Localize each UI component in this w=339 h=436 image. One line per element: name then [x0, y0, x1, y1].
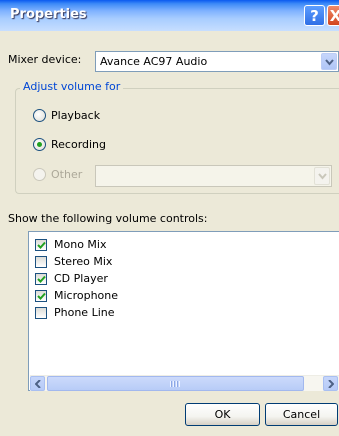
window-title: Properties — [10, 7, 87, 22]
arrow-right-icon — [328, 380, 334, 388]
close-icon: X — [329, 6, 339, 25]
cancel-button[interactable]: Cancel — [265, 403, 338, 426]
check-icon — [37, 241, 46, 249]
chevron-down-icon — [325, 59, 334, 66]
volume-controls-list[interactable]: Mono Mix Stereo Mix CD Player Microphone… — [28, 231, 339, 391]
mixer-device-select[interactable]: Avance AC97 Audio — [95, 51, 339, 72]
radio-playback[interactable]: Playback — [33, 107, 100, 123]
list-item[interactable]: Phone Line — [35, 305, 115, 320]
check-icon — [37, 292, 46, 300]
horizontal-scrollbar[interactable] — [30, 375, 339, 391]
radio-other: Other — [33, 166, 82, 182]
help-icon: ? — [310, 6, 319, 25]
list-item-label: Stereo Mix — [54, 255, 113, 268]
help-button[interactable]: ? — [304, 5, 325, 26]
list-item[interactable]: CD Player — [35, 271, 108, 286]
radio-playback-button[interactable] — [33, 108, 46, 122]
mixer-dropdown-button[interactable] — [321, 53, 337, 70]
scroll-grip — [170, 381, 180, 387]
mixer-device-label: Mixer device: — [8, 53, 82, 66]
list-item-label: CD Player — [54, 272, 108, 285]
other-device-select — [95, 165, 332, 187]
radio-recording-button[interactable] — [33, 137, 46, 151]
volume-controls-heading: Show the following volume controls: — [8, 212, 208, 225]
checkbox-phone-line[interactable] — [35, 306, 47, 319]
list-item-label: Phone Line — [54, 306, 115, 319]
check-icon — [37, 275, 46, 283]
checkbox-cd-player[interactable] — [35, 272, 47, 285]
list-item[interactable]: Mono Mix — [35, 237, 106, 252]
title-bar: Properties ? X — [0, 0, 339, 31]
radio-other-label: Other — [51, 167, 83, 181]
arrow-left-icon — [35, 380, 41, 388]
list-item[interactable]: Microphone — [35, 288, 118, 303]
checkbox-stereo-mix[interactable] — [35, 255, 47, 268]
cancel-button-label: Cancel — [282, 408, 321, 421]
ok-button-label: OK — [214, 408, 231, 421]
list-item-label: Microphone — [54, 289, 119, 302]
ok-button[interactable]: OK — [185, 403, 260, 426]
close-button[interactable]: X — [327, 5, 339, 26]
list-item-label: Mono Mix — [54, 238, 107, 251]
other-dropdown-button — [314, 167, 330, 185]
checkbox-mono-mix[interactable] — [35, 238, 47, 251]
radio-other-button — [33, 167, 46, 181]
scroll-left-button[interactable] — [30, 376, 45, 391]
scroll-thumb[interactable] — [47, 376, 304, 391]
list-item[interactable]: Stereo Mix — [35, 254, 112, 269]
adjust-volume-legend: Adjust volume for — [20, 80, 124, 93]
radio-recording-label: Recording — [51, 137, 107, 151]
checkbox-microphone[interactable] — [35, 289, 47, 302]
mixer-device-value: Avance AC97 Audio — [100, 55, 208, 68]
scroll-right-button[interactable] — [323, 376, 338, 391]
radio-recording[interactable]: Recording — [33, 136, 106, 152]
chevron-down-icon — [318, 173, 327, 180]
radio-playback-label: Playback — [51, 108, 101, 122]
